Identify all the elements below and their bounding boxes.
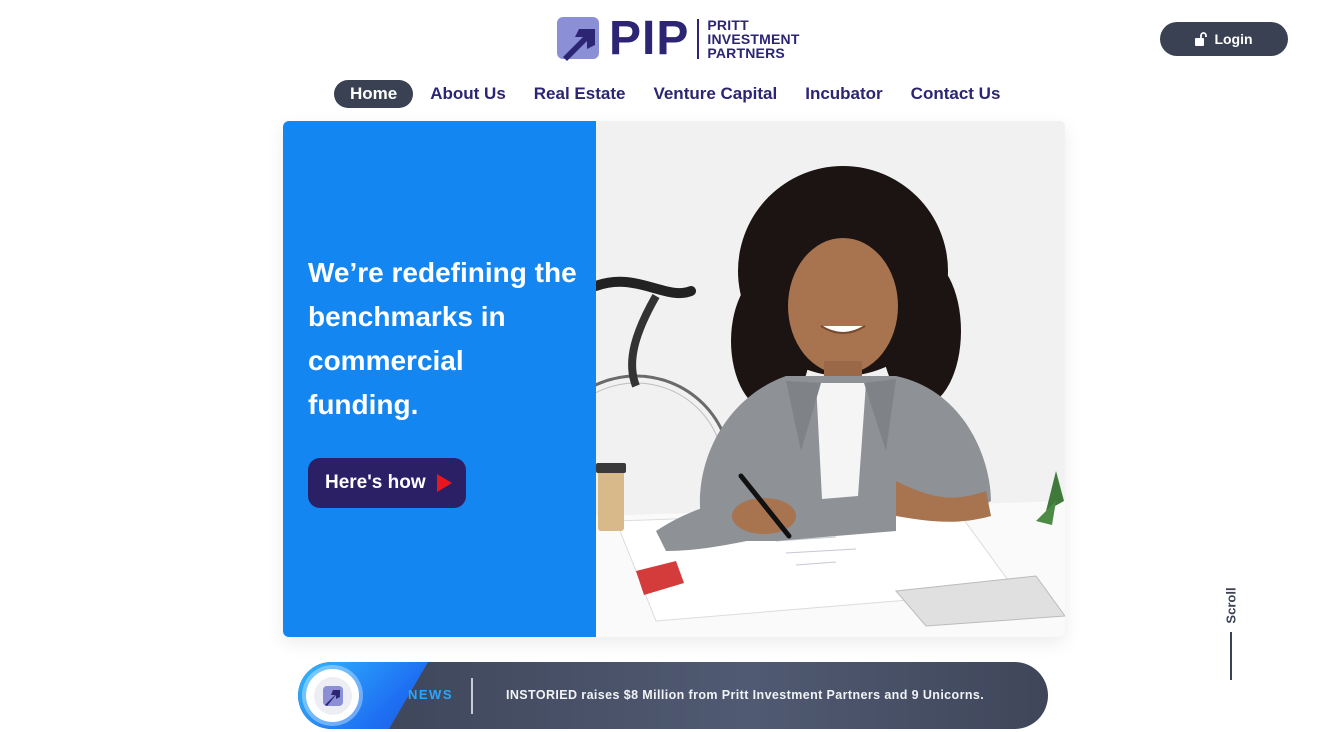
scroll-label: Scroll	[1223, 587, 1239, 624]
nav-item-real-estate[interactable]: Real Estate	[520, 80, 640, 108]
news-divider	[471, 678, 473, 714]
logo-sub-line: PARTNERS	[707, 45, 785, 61]
hero-text-panel: We’re redefining the benchmarks in comme…	[283, 121, 596, 637]
logo-subtitle: PRITT INVESTMENT PARTNERS	[707, 18, 799, 60]
nav-item-venture-capital[interactable]: Venture Capital	[639, 80, 791, 108]
heres-how-button[interactable]: Here's how	[308, 458, 466, 508]
hero-photo	[596, 121, 1065, 637]
news-label: NEWS	[408, 687, 453, 702]
hero-title: We’re redefining the benchmarks in comme…	[308, 257, 577, 420]
scroll-indicator[interactable]: Scroll	[1221, 584, 1241, 680]
woman-drafting-illustration	[596, 121, 1065, 637]
news-badge	[306, 669, 359, 722]
logo-arrow-icon	[557, 17, 601, 61]
nav-item-home[interactable]: Home	[334, 80, 414, 108]
hero-banner: We’re redefining the benchmarks in comme…	[283, 121, 1065, 637]
lock-icon	[1195, 32, 1208, 46]
logo-wordmark: PIP	[609, 12, 690, 65]
nav-item-incubator[interactable]: Incubator	[791, 80, 896, 108]
cta-label: Here's how	[325, 472, 426, 493]
logo-divider	[697, 19, 700, 59]
scroll-line	[1230, 632, 1232, 680]
main-nav: Home About Us Real Estate Venture Capita…	[334, 80, 1014, 108]
logo-sub-line: INVESTMENT	[707, 31, 800, 47]
brand-logo[interactable]: PIP PRITT INVESTMENT PARTNERS	[557, 12, 800, 65]
login-button[interactable]: Login	[1160, 22, 1288, 56]
login-label: Login	[1214, 31, 1253, 47]
nav-item-about-us[interactable]: About Us	[416, 80, 520, 108]
logo-sub-line: PRITT	[707, 17, 749, 33]
arrow-up-right-icon	[322, 685, 343, 706]
news-headline[interactable]: INSTORIED raises $8 Million from Pritt I…	[506, 688, 984, 702]
news-ticker[interactable]: NEWS INSTORIED raises $8 Million from Pr…	[298, 662, 1048, 729]
play-icon	[436, 474, 452, 492]
nav-item-contact-us[interactable]: Contact Us	[897, 80, 1015, 108]
